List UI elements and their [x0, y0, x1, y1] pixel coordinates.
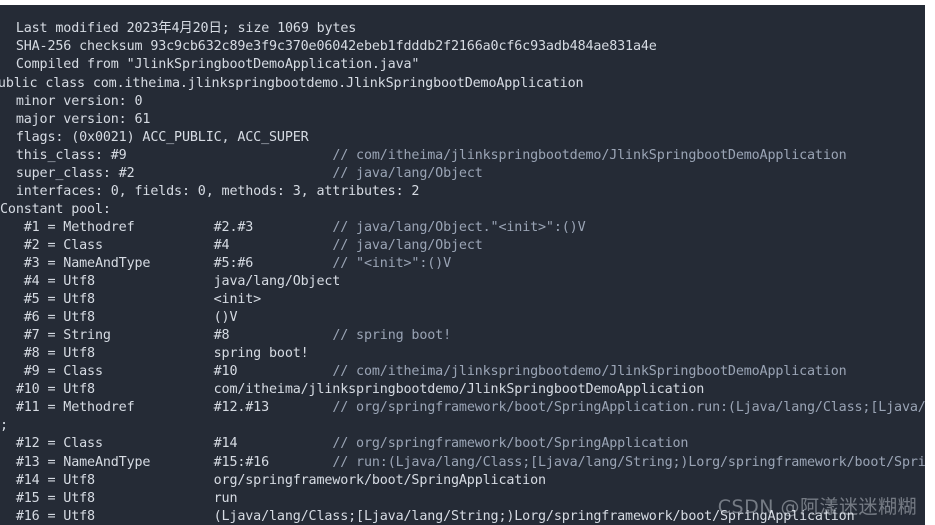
terminal-comment: // org/springframework/boot/SpringApplic… [332, 436, 689, 452]
terminal-line: ; [0, 418, 8, 434]
javap-output-text: Last modified 2023年4月20日; size 1069 byte… [0, 18, 925, 525]
terminal-line: #5 = Utf8 <init> [0, 292, 262, 308]
terminal-line: #14 = Utf8 org/springframework/boot/Spri… [0, 472, 546, 488]
terminal-line: #16 = Utf8 (Ljava/lang/Class;[Ljava/lang… [0, 508, 855, 524]
terminal-line: #13 = NameAndType #15:#16 // run:(Ljava/… [0, 454, 925, 472]
terminal-line: flags: (0x0021) ACC_PUBLIC, ACC_SUPER [0, 129, 309, 145]
terminal-comment: // spring boot! [332, 328, 451, 344]
terminal-comment: // com/itheima/jlinkspringbootdemo/Jlink… [332, 364, 847, 380]
terminal-line: #9 = Class #10 // com/itheima/jlinksprin… [0, 364, 847, 380]
terminal-comment: // java/lang/Object [332, 165, 483, 181]
terminal-line: #2 = Class #4 // java/lang/Object [0, 237, 483, 253]
terminal-line: #1 = Methodref #2.#3 // java/lang/Object… [0, 219, 586, 235]
terminal-line: #15 = Utf8 run [0, 490, 238, 506]
terminal-line: #6 = Utf8 ()V [0, 310, 238, 326]
screenshot-root: Last modified 2023年4月20日; size 1069 byte… [0, 0, 935, 525]
terminal-line: #12 = Class #14 // org/springframework/b… [0, 436, 689, 452]
terminal-comment: // "<init>":()V [332, 256, 451, 271]
terminal-line: #10 = Utf8 com/itheima/jlinkspringbootde… [0, 382, 705, 398]
terminal-line: this_class: #9 // com/itheima/jlinksprin… [0, 147, 847, 163]
terminal-line: interfaces: 0, fields: 0, methods: 3, at… [0, 183, 420, 199]
terminal-line: #11 = Methodref #12.#13 // org/springfra… [0, 399, 925, 417]
terminal-window[interactable]: Last modified 2023年4月20日; size 1069 byte… [0, 5, 925, 525]
terminal-line: Constant pool: [0, 201, 111, 217]
terminal-comment: // java/lang/Object."<init>":()V [332, 219, 586, 235]
terminal-line: minor version: 0 [0, 93, 143, 109]
terminal-comment: // com/itheima/jlinkspringbootdemo/Jlink… [332, 147, 847, 163]
terminal-line: public class com.itheima.jlinkspringboot… [0, 75, 584, 91]
terminal-line: major version: 61 [0, 111, 151, 127]
terminal-line: #7 = String #8 // spring boot! [0, 328, 451, 344]
terminal-comment: // org/springframework/boot/SpringApplic… [332, 400, 925, 416]
terminal-line: super_class: #2 // java/lang/Object [0, 165, 483, 181]
terminal-comment: // java/lang/Object [332, 237, 483, 253]
terminal-line: #4 = Utf8 java/lang/Object [0, 274, 341, 290]
terminal-line: Last modified 2023年4月20日; size 1069 byte… [0, 21, 357, 37]
terminal-line: #8 = Utf8 spring boot! [0, 346, 309, 362]
terminal-line: #3 = NameAndType #5:#6 // "<init>":()V [0, 256, 451, 271]
terminal-comment: // run:(Ljava/lang/Class;[Ljava/lang/Str… [332, 454, 925, 470]
terminal-line: Compiled from "JlinkSpringbootDemoApplic… [0, 57, 420, 73]
terminal-line: SHA-256 checksum 93c9cb632c89e3f9c370e06… [0, 39, 657, 55]
